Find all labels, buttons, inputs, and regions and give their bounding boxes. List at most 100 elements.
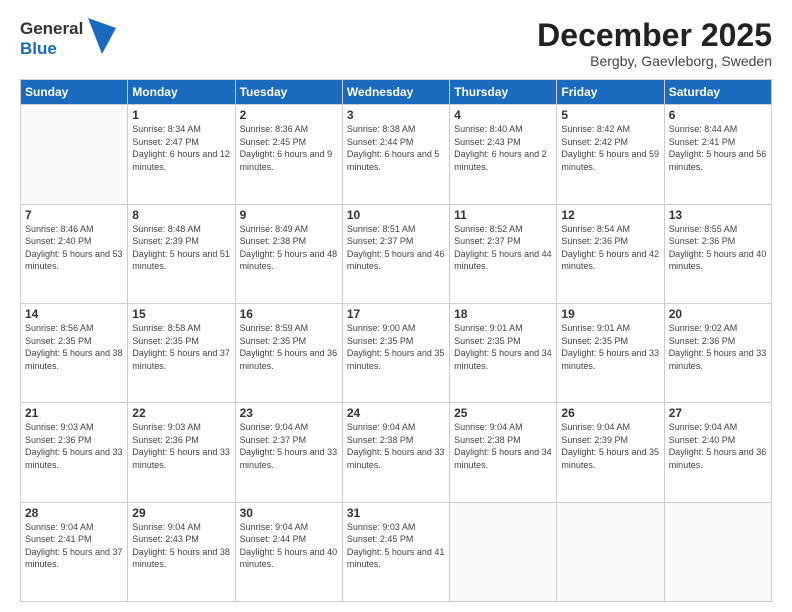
logo-blue: Blue (20, 39, 57, 58)
cell-day-number: 19 (561, 307, 659, 321)
header-cell-thursday: Thursday (450, 80, 557, 105)
cell-info: Sunrise: 9:03 AM Sunset: 2:45 PM Dayligh… (347, 521, 445, 571)
cell-info: Sunrise: 8:34 AM Sunset: 2:47 PM Dayligh… (132, 123, 230, 173)
cell-day-number: 31 (347, 506, 445, 520)
cell-day-number: 17 (347, 307, 445, 321)
cell-info: Sunrise: 8:54 AM Sunset: 2:36 PM Dayligh… (561, 223, 659, 273)
cell-day-number: 12 (561, 208, 659, 222)
cell-info: Sunrise: 9:03 AM Sunset: 2:36 PM Dayligh… (132, 421, 230, 471)
week-row-2: 7Sunrise: 8:46 AM Sunset: 2:40 PM Daylig… (21, 204, 772, 303)
week-row-5: 28Sunrise: 9:04 AM Sunset: 2:41 PM Dayli… (21, 502, 772, 601)
cell-day-number: 9 (240, 208, 338, 222)
logo: General Blue (20, 18, 116, 59)
calendar-cell: 18Sunrise: 9:01 AM Sunset: 2:35 PM Dayli… (450, 303, 557, 402)
cell-info: Sunrise: 9:04 AM Sunset: 2:40 PM Dayligh… (669, 421, 767, 471)
cell-info: Sunrise: 8:46 AM Sunset: 2:40 PM Dayligh… (25, 223, 123, 273)
main-title: December 2025 (537, 18, 772, 53)
header-cell-sunday: Sunday (21, 80, 128, 105)
cell-info: Sunrise: 9:04 AM Sunset: 2:37 PM Dayligh… (240, 421, 338, 471)
subtitle: Bergby, Gaevleborg, Sweden (537, 53, 772, 69)
calendar-cell: 27Sunrise: 9:04 AM Sunset: 2:40 PM Dayli… (664, 403, 771, 502)
calendar-cell: 31Sunrise: 9:03 AM Sunset: 2:45 PM Dayli… (342, 502, 449, 601)
calendar-cell (664, 502, 771, 601)
calendar-cell: 5Sunrise: 8:42 AM Sunset: 2:42 PM Daylig… (557, 105, 664, 204)
cell-day-number: 21 (25, 406, 123, 420)
logo-general: General (20, 19, 83, 38)
cell-info: Sunrise: 8:49 AM Sunset: 2:38 PM Dayligh… (240, 223, 338, 273)
calendar-cell: 11Sunrise: 8:52 AM Sunset: 2:37 PM Dayli… (450, 204, 557, 303)
cell-info: Sunrise: 9:03 AM Sunset: 2:36 PM Dayligh… (25, 421, 123, 471)
calendar-cell (557, 502, 664, 601)
cell-day-number: 18 (454, 307, 552, 321)
cell-info: Sunrise: 8:56 AM Sunset: 2:35 PM Dayligh… (25, 322, 123, 372)
cell-day-number: 15 (132, 307, 230, 321)
header-row: SundayMondayTuesdayWednesdayThursdayFrid… (21, 80, 772, 105)
cell-day-number: 13 (669, 208, 767, 222)
calendar-cell: 29Sunrise: 9:04 AM Sunset: 2:43 PM Dayli… (128, 502, 235, 601)
calendar-cell: 17Sunrise: 9:00 AM Sunset: 2:35 PM Dayli… (342, 303, 449, 402)
cell-info: Sunrise: 9:02 AM Sunset: 2:36 PM Dayligh… (669, 322, 767, 372)
cell-day-number: 30 (240, 506, 338, 520)
cell-info: Sunrise: 8:51 AM Sunset: 2:37 PM Dayligh… (347, 223, 445, 273)
cell-day-number: 28 (25, 506, 123, 520)
cell-day-number: 10 (347, 208, 445, 222)
calendar-cell: 22Sunrise: 9:03 AM Sunset: 2:36 PM Dayli… (128, 403, 235, 502)
cell-info: Sunrise: 9:01 AM Sunset: 2:35 PM Dayligh… (561, 322, 659, 372)
cell-info: Sunrise: 8:59 AM Sunset: 2:35 PM Dayligh… (240, 322, 338, 372)
cell-day-number: 24 (347, 406, 445, 420)
calendar-cell: 6Sunrise: 8:44 AM Sunset: 2:41 PM Daylig… (664, 105, 771, 204)
calendar-cell: 14Sunrise: 8:56 AM Sunset: 2:35 PM Dayli… (21, 303, 128, 402)
cell-info: Sunrise: 8:58 AM Sunset: 2:35 PM Dayligh… (132, 322, 230, 372)
cell-info: Sunrise: 9:04 AM Sunset: 2:41 PM Dayligh… (25, 521, 123, 571)
calendar-cell (21, 105, 128, 204)
calendar-cell: 20Sunrise: 9:02 AM Sunset: 2:36 PM Dayli… (664, 303, 771, 402)
header-cell-wednesday: Wednesday (342, 80, 449, 105)
cell-info: Sunrise: 8:55 AM Sunset: 2:36 PM Dayligh… (669, 223, 767, 273)
cell-day-number: 8 (132, 208, 230, 222)
header-cell-friday: Friday (557, 80, 664, 105)
calendar-cell: 28Sunrise: 9:04 AM Sunset: 2:41 PM Dayli… (21, 502, 128, 601)
cell-info: Sunrise: 9:04 AM Sunset: 2:38 PM Dayligh… (454, 421, 552, 471)
header-cell-tuesday: Tuesday (235, 80, 342, 105)
cell-info: Sunrise: 9:00 AM Sunset: 2:35 PM Dayligh… (347, 322, 445, 372)
calendar-cell: 23Sunrise: 9:04 AM Sunset: 2:37 PM Dayli… (235, 403, 342, 502)
cell-day-number: 25 (454, 406, 552, 420)
calendar-cell: 7Sunrise: 8:46 AM Sunset: 2:40 PM Daylig… (21, 204, 128, 303)
calendar-cell: 13Sunrise: 8:55 AM Sunset: 2:36 PM Dayli… (664, 204, 771, 303)
calendar-cell (450, 502, 557, 601)
cell-info: Sunrise: 9:04 AM Sunset: 2:44 PM Dayligh… (240, 521, 338, 571)
cell-day-number: 16 (240, 307, 338, 321)
calendar-cell: 26Sunrise: 9:04 AM Sunset: 2:39 PM Dayli… (557, 403, 664, 502)
cell-day-number: 5 (561, 108, 659, 122)
cell-day-number: 11 (454, 208, 552, 222)
calendar-cell: 16Sunrise: 8:59 AM Sunset: 2:35 PM Dayli… (235, 303, 342, 402)
cell-info: Sunrise: 8:52 AM Sunset: 2:37 PM Dayligh… (454, 223, 552, 273)
calendar-cell: 4Sunrise: 8:40 AM Sunset: 2:43 PM Daylig… (450, 105, 557, 204)
week-row-4: 21Sunrise: 9:03 AM Sunset: 2:36 PM Dayli… (21, 403, 772, 502)
calendar-cell: 21Sunrise: 9:03 AM Sunset: 2:36 PM Dayli… (21, 403, 128, 502)
cell-info: Sunrise: 9:01 AM Sunset: 2:35 PM Dayligh… (454, 322, 552, 372)
cell-day-number: 22 (132, 406, 230, 420)
calendar-cell: 19Sunrise: 9:01 AM Sunset: 2:35 PM Dayli… (557, 303, 664, 402)
calendar-cell: 12Sunrise: 8:54 AM Sunset: 2:36 PM Dayli… (557, 204, 664, 303)
cell-day-number: 6 (669, 108, 767, 122)
title-block: December 2025 Bergby, Gaevleborg, Sweden (537, 18, 772, 69)
calendar-cell: 2Sunrise: 8:36 AM Sunset: 2:45 PM Daylig… (235, 105, 342, 204)
cell-info: Sunrise: 8:40 AM Sunset: 2:43 PM Dayligh… (454, 123, 552, 173)
cell-day-number: 29 (132, 506, 230, 520)
cell-info: Sunrise: 9:04 AM Sunset: 2:43 PM Dayligh… (132, 521, 230, 571)
calendar-cell: 25Sunrise: 9:04 AM Sunset: 2:38 PM Dayli… (450, 403, 557, 502)
calendar-page: General Blue December 2025 Bergby, Gaevl… (0, 0, 792, 612)
cell-day-number: 20 (669, 307, 767, 321)
cell-day-number: 3 (347, 108, 445, 122)
cell-info: Sunrise: 9:04 AM Sunset: 2:38 PM Dayligh… (347, 421, 445, 471)
cell-day-number: 2 (240, 108, 338, 122)
calendar-cell: 24Sunrise: 9:04 AM Sunset: 2:38 PM Dayli… (342, 403, 449, 502)
week-row-1: 1Sunrise: 8:34 AM Sunset: 2:47 PM Daylig… (21, 105, 772, 204)
cell-day-number: 23 (240, 406, 338, 420)
header-cell-monday: Monday (128, 80, 235, 105)
cell-info: Sunrise: 8:38 AM Sunset: 2:44 PM Dayligh… (347, 123, 445, 173)
cell-day-number: 26 (561, 406, 659, 420)
cell-info: Sunrise: 8:36 AM Sunset: 2:45 PM Dayligh… (240, 123, 338, 173)
calendar-table: SundayMondayTuesdayWednesdayThursdayFrid… (20, 79, 772, 602)
